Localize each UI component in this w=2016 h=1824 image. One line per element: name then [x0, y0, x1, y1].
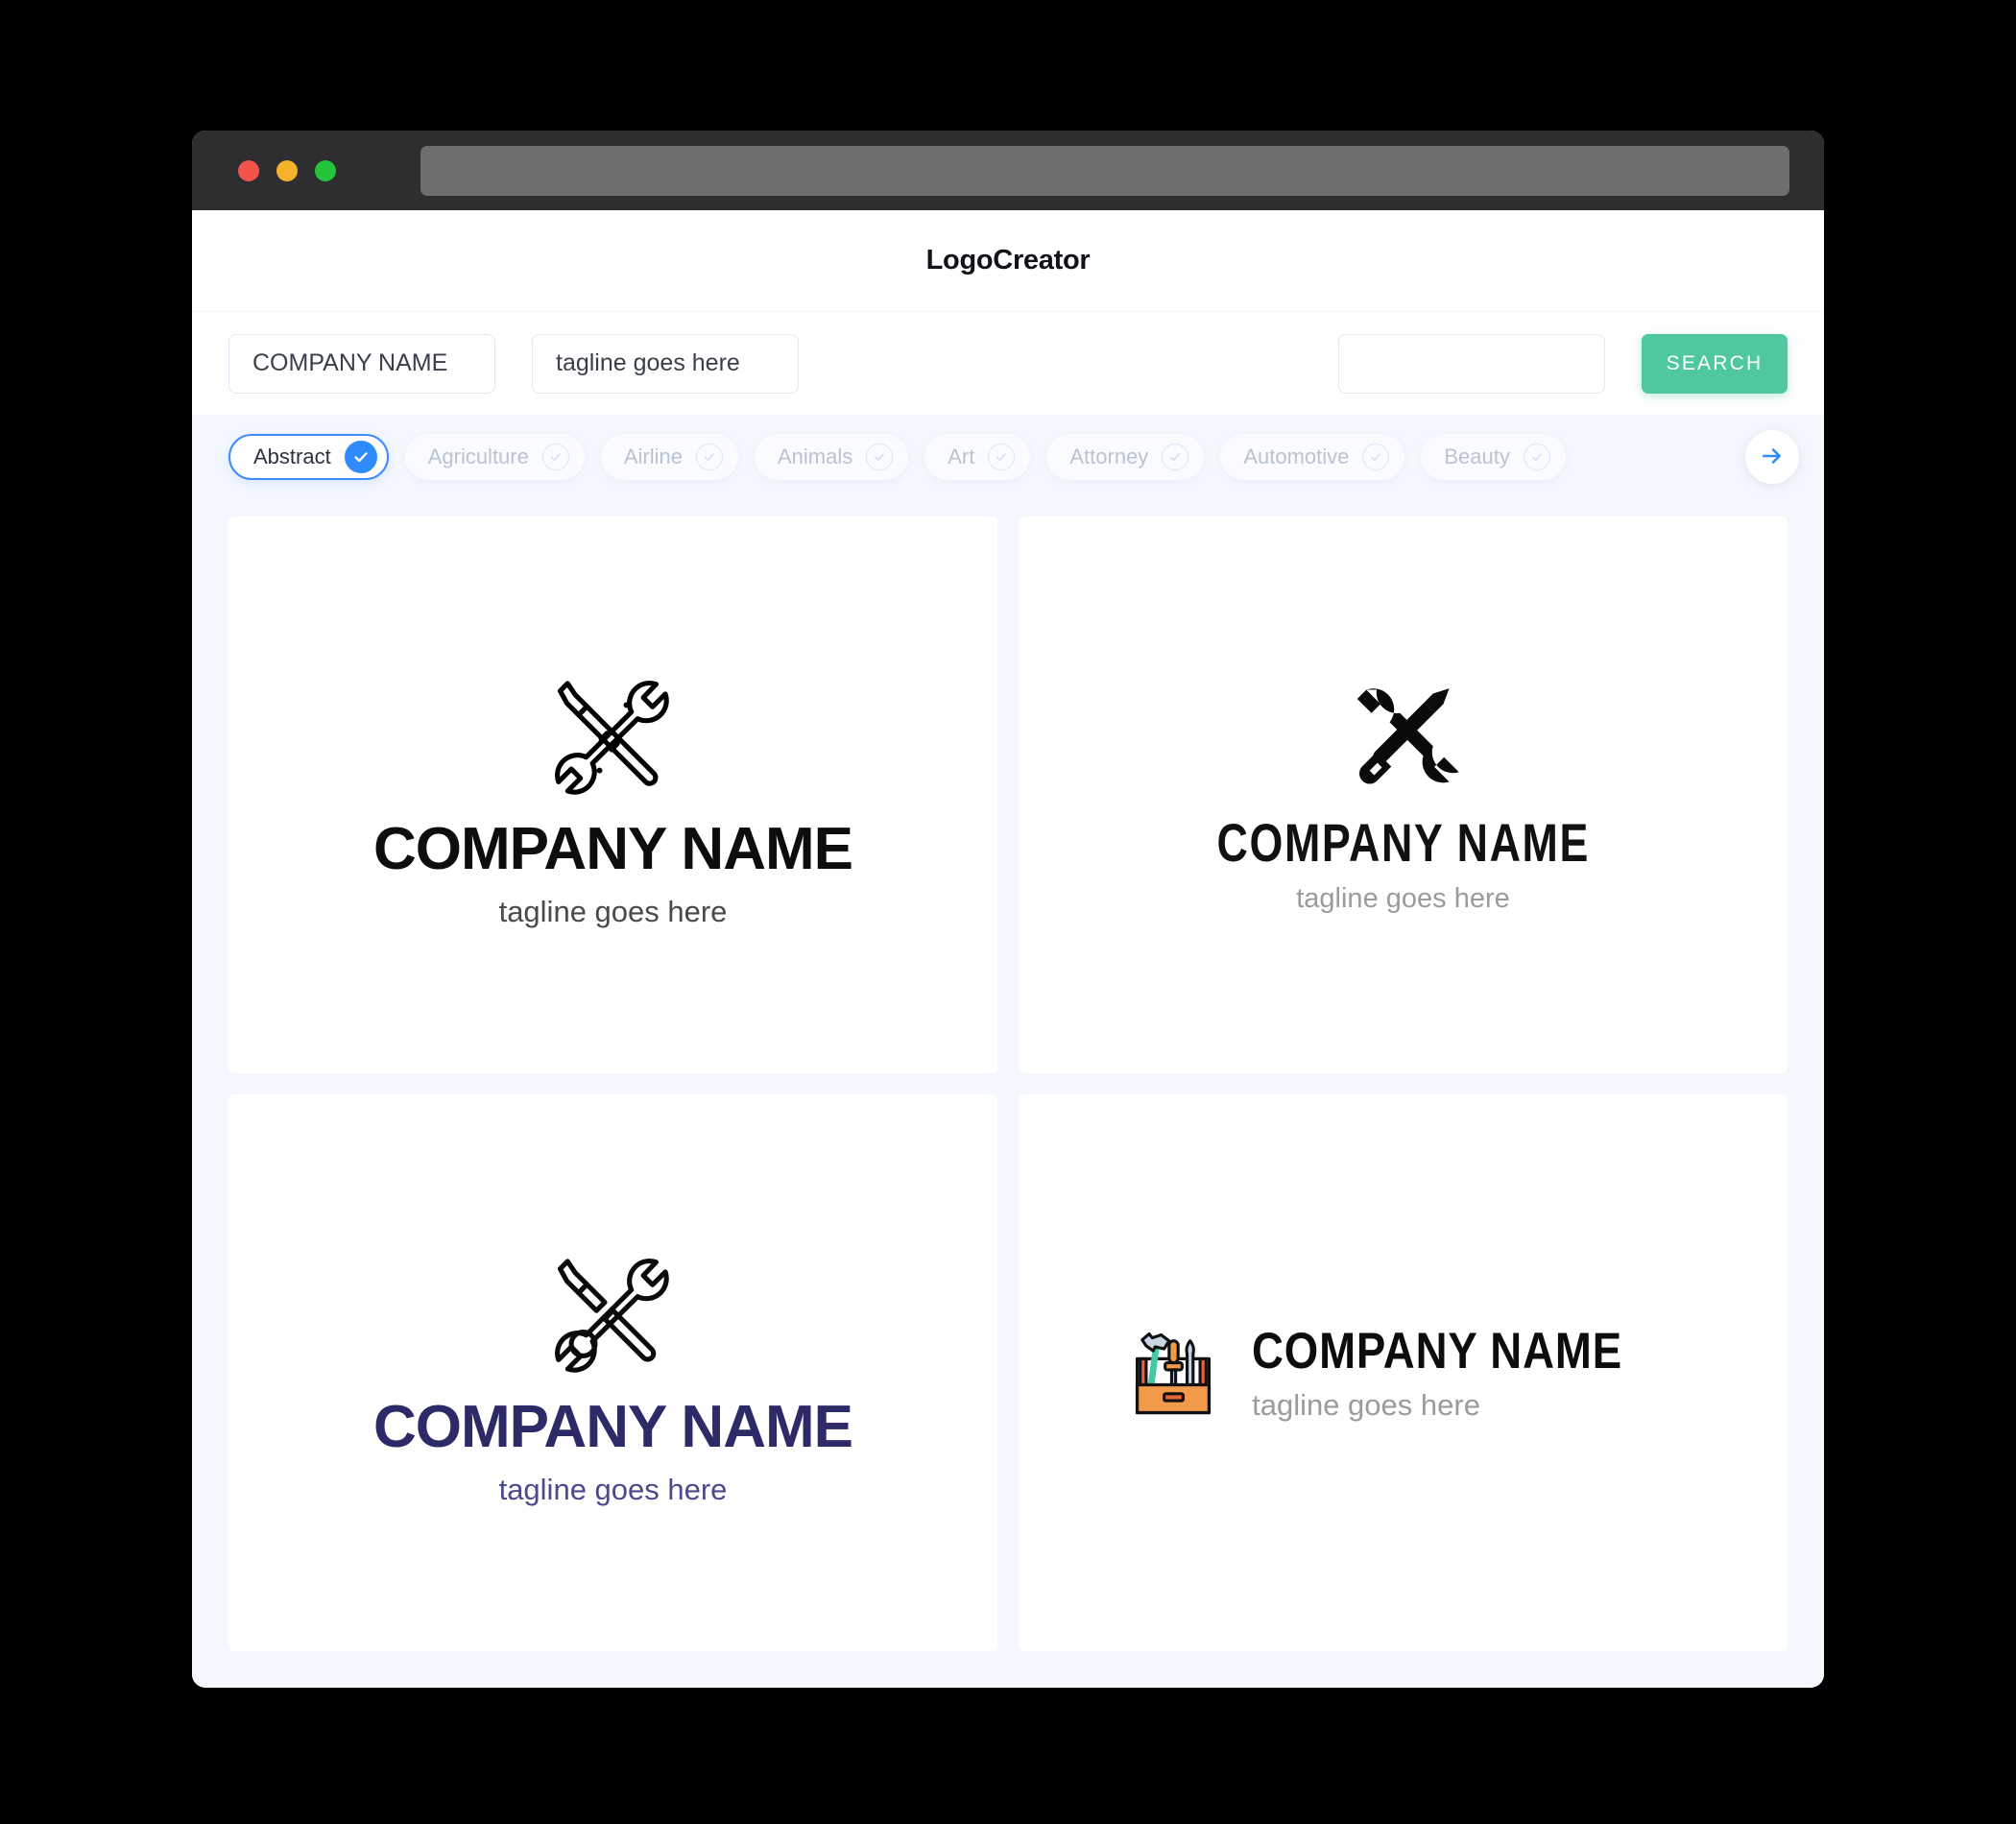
maximize-button[interactable] — [315, 159, 336, 181]
logo-preview-1: COMPANY NAME tagline goes here — [373, 663, 853, 928]
logo-card[interactable]: COMPANY NAME tagline goes here — [1019, 516, 1788, 1073]
check-icon — [696, 444, 723, 470]
logo-company-name: COMPANY NAME — [373, 816, 853, 882]
check-icon — [1162, 444, 1189, 470]
app-header: LogoCreator — [192, 210, 1824, 311]
category-label: Animals — [778, 444, 853, 468]
logo-tagline: tagline goes here — [1296, 883, 1510, 914]
logo-card[interactable]: COMPANY NAME tagline goes here — [228, 1094, 997, 1651]
category-label: Art — [948, 444, 975, 468]
category-pill-agriculture[interactable]: Agriculture — [404, 434, 585, 480]
crossed-wrench-screwdriver-outline-icon — [534, 663, 692, 812]
check-icon — [1523, 444, 1550, 470]
category-pill-airline[interactable]: Airline — [600, 434, 738, 480]
logo-text-block: COMPANY NAME tagline goes here — [1252, 1326, 1683, 1420]
minimize-button[interactable] — [276, 159, 298, 181]
page-title: LogoCreator — [925, 245, 1091, 276]
window-controls — [219, 159, 336, 181]
search-toolbar: SEARCH — [192, 311, 1824, 415]
category-filter-bar: Abstract Agriculture Airline Animals Art — [192, 415, 1824, 499]
check-icon — [344, 441, 377, 473]
crossed-wrench-screwdriver-outline-icon — [534, 1241, 692, 1390]
category-label: Attorney — [1069, 444, 1149, 468]
browser-titlebar — [192, 131, 1824, 210]
category-label: Airline — [623, 444, 683, 468]
category-pill-animals[interactable]: Animals — [755, 434, 909, 480]
tagline-input[interactable] — [532, 333, 799, 394]
category-pill-automotive[interactable]: Automotive — [1220, 434, 1405, 480]
category-pill-abstract[interactable]: Abstract — [228, 434, 389, 480]
address-bar[interactable] — [420, 145, 1789, 196]
crossed-wrench-screwdriver-solid-icon — [1335, 677, 1470, 806]
logo-preview-2: COMPANY NAME tagline goes here — [1170, 677, 1637, 913]
category-label: Automotive — [1243, 444, 1350, 468]
logo-tagline: tagline goes here — [1252, 1388, 1480, 1422]
logo-preview-3: COMPANY NAME tagline goes here — [373, 1241, 853, 1506]
close-button[interactable] — [238, 159, 259, 181]
category-pill-beauty[interactable]: Beauty — [1421, 434, 1566, 480]
logo-card[interactable]: COMPANY NAME tagline goes here — [1019, 1094, 1788, 1651]
logo-company-name: COMPANY NAME — [1216, 812, 1590, 873]
logo-tagline: tagline goes here — [498, 1473, 728, 1506]
category-label: Agriculture — [427, 444, 529, 468]
category-pill-attorney[interactable]: Attorney — [1046, 434, 1205, 480]
category-label: Abstract — [253, 444, 331, 468]
logo-company-name: COMPANY NAME — [373, 1394, 853, 1460]
check-icon — [988, 444, 1016, 470]
check-icon — [1362, 444, 1390, 470]
check-icon — [866, 444, 894, 470]
logo-preview-4: COMPANY NAME tagline goes here — [1123, 1323, 1683, 1423]
arrow-right-icon — [1760, 444, 1785, 471]
keyword-input[interactable] — [1338, 333, 1605, 394]
toolbox-color-icon — [1123, 1323, 1223, 1423]
company-name-input[interactable] — [228, 333, 495, 394]
logo-card[interactable]: COMPANY NAME tagline goes here — [228, 516, 997, 1073]
logo-tagline: tagline goes here — [498, 895, 728, 928]
category-pill-art[interactable]: Art — [924, 434, 1031, 480]
next-categories-button[interactable] — [1745, 430, 1799, 484]
browser-window: LogoCreator SEARCH Abstract Agriculture … — [192, 131, 1824, 1688]
logo-results-grid: COMPANY NAME tagline goes here COMPANY N… — [192, 499, 1824, 1688]
category-label: Beauty — [1444, 444, 1510, 468]
check-icon — [541, 444, 569, 470]
logo-company-name: COMPANY NAME — [1252, 1323, 1623, 1380]
search-button[interactable]: SEARCH — [1642, 333, 1788, 394]
